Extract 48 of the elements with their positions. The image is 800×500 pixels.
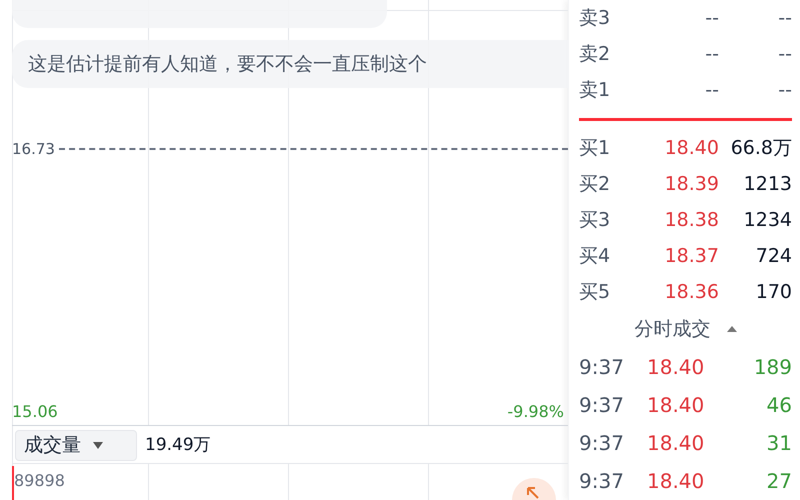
volume-cell-text: 170 [754,280,792,306]
trade-price: 18.40 [647,354,706,381]
max-volume: 89898 [14,470,65,492]
bid-label: 买2 [579,172,612,198]
caret-icon [93,442,103,449]
ask-label: 卖3 [579,6,612,31]
volume-cell-text: -- [777,6,792,31]
trade-time: 9:37 [579,354,625,381]
price-cell-text: 18.37 [664,244,719,270]
trade-time: 9:37 [579,430,625,457]
volume-cell-text: -- [777,42,792,67]
caret-icon [726,326,736,332]
trade-volume: 46 [766,392,792,419]
reference-price: 16.73 [12,139,56,160]
bid-label: 买4 [579,244,612,270]
cursor-line [12,466,14,500]
volume-cell-text: 66.8万 [730,136,792,162]
trade-price: 18.40 [647,468,706,495]
price-cell-text: 18.38 [664,208,719,234]
trades-header[interactable]: 分时成交 [579,310,792,348]
ask-label: 卖1 [579,78,612,103]
price-cell-text: 18.39 [664,172,719,198]
volume-cell-text: -- [777,78,792,103]
trade-time: 9:37 [579,392,625,419]
indicator-dropdown[interactable]: 成交量 [15,430,137,461]
volume-cell-text: 724 [754,244,792,270]
price-cell-text: 18.36 [664,280,719,306]
trade-price: 18.40 [647,430,706,457]
volume-value: 19.49万 [145,434,211,457]
trade-volume: 189 [752,354,792,381]
low-change: -9.98% [507,401,564,423]
price-cell-text: -- [704,78,719,103]
bid-label: 买3 [579,208,612,234]
price-cell-text: -- [704,6,719,31]
expand-icon[interactable] [512,478,556,500]
volume-cell-text: 1213 [742,172,792,198]
volume-cell-text: 1234 [742,208,792,234]
price-cell-text: -- [704,42,719,67]
bid-label: 买1 [579,136,612,162]
bid-label: 买5 [579,280,612,306]
trade-volume: 27 [766,468,792,495]
trade-time: 9:37 [579,468,625,495]
trade-price: 18.40 [647,392,706,419]
trade-volume: 31 [766,430,792,457]
price-cell-text: 18.40 [664,136,719,162]
low-price: 15.06 [12,401,58,423]
ask-label: 卖2 [579,42,612,67]
chat-bubble: 这是估计提前有人知道，要不不会一直压制这个 [12,40,568,88]
